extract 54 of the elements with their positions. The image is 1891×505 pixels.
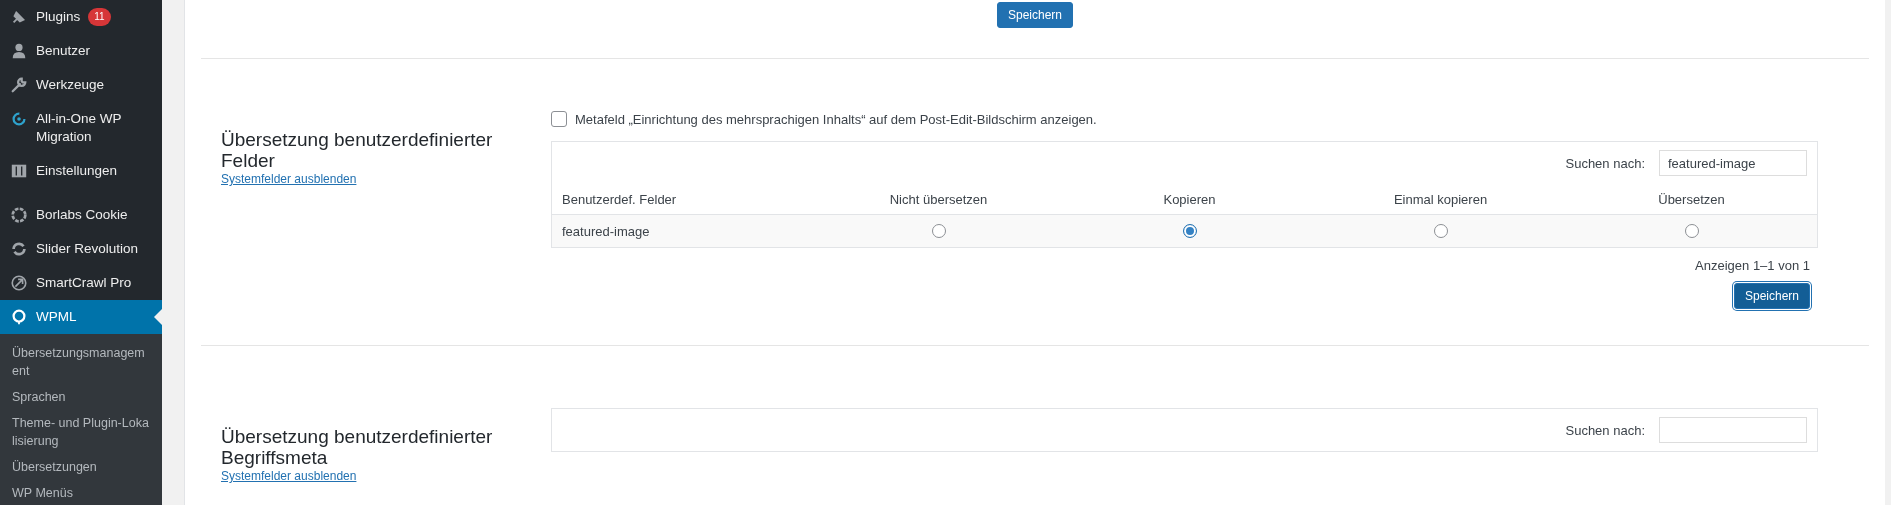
field-name: featured-image: [562, 223, 650, 239]
column-header: Benutzerdef. Felder: [562, 191, 677, 207]
column-header: Nicht übersetzen: [889, 191, 988, 207]
sidebar-menu-item[interactable]: Benutzer: [0, 34, 162, 68]
radio-button[interactable]: [1433, 224, 1448, 238]
column-header: Einmal kopieren: [1393, 191, 1488, 207]
column-header: Übersetzen: [1658, 191, 1725, 207]
menu-label: Werkzeuge: [36, 76, 105, 94]
sliders-icon: [10, 162, 28, 180]
radio-button[interactable]: [1684, 224, 1699, 238]
menu-label: Einstellungen: [36, 162, 118, 180]
menu-label: All-in-One WP Migration: [36, 110, 123, 146]
save-button[interactable]: Speichern: [996, 2, 1073, 28]
column-header: Kopieren: [1163, 191, 1216, 207]
update-count-badge: 11: [88, 8, 111, 26]
menu-label: WPML: [36, 308, 77, 326]
sidebar-menu-item[interactable]: Werkzeuge: [0, 68, 162, 102]
sidebar-menu-item[interactable]: All-in-One WP Migration: [0, 102, 162, 154]
refresh-icon: [10, 240, 28, 258]
radio-button[interactable]: [931, 224, 946, 238]
sidebar-menu-item[interactable]: WPML: [0, 300, 162, 334]
radio-button[interactable]: [1182, 224, 1197, 238]
menu-label: Slider Revolution: [36, 240, 139, 258]
submenu-item[interactable]: Übersetzungsmanagement: [0, 340, 162, 384]
submenu-item[interactable]: Theme- und Plugin-Lokalisierung: [0, 410, 162, 454]
search-field[interactable]: featured-image: [1659, 150, 1807, 176]
search-field[interactable]: [1659, 417, 1807, 443]
sync-icon: [10, 110, 28, 128]
search-label: Suchen nach:: [1565, 155, 1645, 171]
save-button[interactable]: Speichern: [1733, 283, 1810, 309]
search-label: Suchen nach:: [1565, 422, 1645, 438]
sidebar-menu-item[interactable]: Einstellungen: [0, 154, 162, 188]
pagination-count: Anzeigen 1–1 von 1: [1695, 258, 1810, 273]
menu-label: Benutzer: [36, 42, 91, 60]
sidebar-menu-item[interactable]: Plugins 11: [0, 0, 162, 34]
section-title: Übersetzung benutzerdefinierter Felder: [221, 129, 494, 171]
sidebar-menu-item[interactable]: Borlabs Cookie: [0, 198, 162, 232]
plug-icon: [10, 8, 28, 26]
sidebar-menu-item[interactable]: SmartCrawl Pro: [0, 266, 162, 300]
menu-label: Borlabs Cookie: [36, 206, 128, 224]
menu-label: Plugins: [36, 8, 81, 26]
hide-system-fields-link[interactable]: Systemfelder ausblenden: [221, 469, 357, 483]
checkbox[interactable]: [551, 111, 567, 127]
submenu-item[interactable]: Übersetzungen: [0, 454, 162, 480]
user-icon: [10, 42, 28, 60]
hide-system-fields-link[interactable]: Systemfelder ausblenden: [221, 172, 357, 186]
menu-label: SmartCrawl Pro: [36, 274, 132, 292]
current-menu-arrow-icon: [154, 309, 162, 325]
section-title: Übersetzung benutzerdefinierter Begriffsmeta: [221, 426, 494, 468]
submenu-item[interactable]: WP Menüs: [0, 480, 162, 505]
submenu-item[interactable]: Sprachen: [0, 384, 162, 410]
checkbox-label: Metafeld „Einrichtung des mehrsprachigen Inhalts“ auf dem Post-Edit-Bildschirm anzeigen.: [575, 111, 1097, 127]
sidebar-menu-item[interactable]: Slider Revolution: [0, 232, 162, 266]
wrench-icon: [10, 76, 28, 94]
